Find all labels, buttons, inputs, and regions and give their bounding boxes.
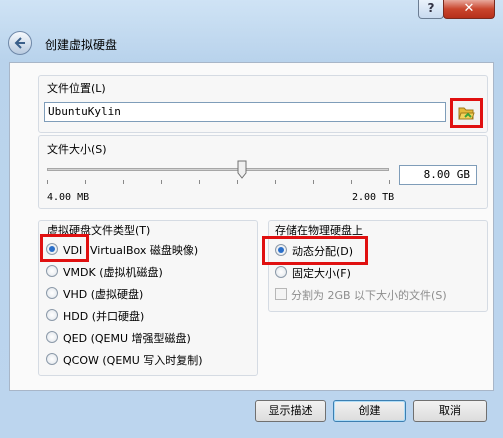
size-min-label: 4.00 MB xyxy=(47,192,90,203)
disk-type-option-radio[interactable] xyxy=(46,265,58,277)
disk-type-option-label: QCOW (QEMU 写入时复制) xyxy=(63,354,203,367)
storage-option-radio[interactable] xyxy=(275,266,287,278)
slider-tick xyxy=(237,180,238,184)
disk-type-option-radio[interactable] xyxy=(46,309,58,321)
highlight-vdi xyxy=(40,234,89,262)
back-button[interactable] xyxy=(8,31,32,55)
disk-type-option-label: VMDK (虚拟机磁盘) xyxy=(63,266,163,279)
disk-type-option-radio[interactable] xyxy=(46,353,58,365)
storage-option-label: 固定大小(F) xyxy=(292,267,351,280)
folder-open-icon xyxy=(458,107,475,120)
highlight-dynamic xyxy=(262,236,368,265)
slider-tick xyxy=(389,180,390,184)
slider-tick xyxy=(199,180,200,184)
split-files-label: 分割为 2GB 以下大小的文件(S) xyxy=(291,289,447,302)
slider-tick xyxy=(275,180,276,184)
wizard-title: 创建虚拟硬盘 xyxy=(45,38,118,52)
dialog-window: ? ✕ 创建虚拟硬盘 文件位置(L) UbuntuKylin 文件大小(S) 8… xyxy=(0,0,503,438)
size-input[interactable]: 8.00 GB xyxy=(399,165,477,185)
close-button[interactable]: ✕ xyxy=(443,0,495,19)
size-group-title: 文件大小(S) xyxy=(47,143,107,156)
slider-tick xyxy=(161,180,162,184)
disk-type-option-label: VHD (虚拟硬盘) xyxy=(63,288,144,301)
size-slider-track[interactable] xyxy=(47,168,389,171)
arrow-left-icon xyxy=(14,37,25,49)
help-button[interactable]: ? xyxy=(418,0,444,19)
disk-type-option-label: HDD (并口硬盘) xyxy=(63,310,145,323)
cancel-button[interactable]: 取消 xyxy=(413,400,487,422)
slider-tick xyxy=(313,180,314,184)
slider-tick xyxy=(123,180,124,184)
disk-type-option-label: QED (QEMU 增强型磁盘) xyxy=(63,332,191,345)
choose-file-button[interactable] xyxy=(450,98,483,128)
split-files-checkbox[interactable] xyxy=(275,288,287,300)
disk-type-option-radio[interactable] xyxy=(46,287,58,299)
size-slider-thumb[interactable] xyxy=(237,160,247,179)
show-description-button[interactable]: 显示描述 xyxy=(255,400,326,422)
file-path-input[interactable]: UbuntuKylin xyxy=(44,102,446,122)
slider-tick xyxy=(85,180,86,184)
slider-tick xyxy=(351,180,352,184)
location-group-title: 文件位置(L) xyxy=(47,82,106,95)
size-max-label: 2.00 TB xyxy=(352,192,395,203)
disk-type-option-radio[interactable] xyxy=(46,331,58,343)
slider-tick xyxy=(47,180,48,184)
create-button[interactable]: 创建 xyxy=(333,400,406,422)
